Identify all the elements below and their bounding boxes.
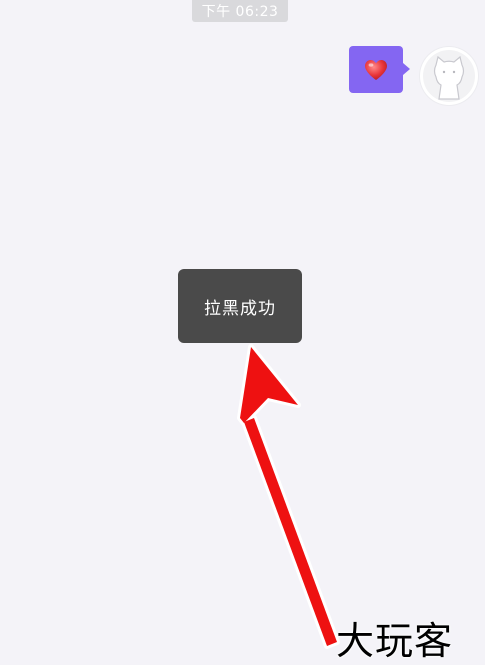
- watermark-logo: 大玩客: [336, 619, 454, 663]
- message-bubble-tail: [403, 63, 410, 75]
- user-avatar[interactable]: [420, 47, 478, 105]
- sent-message-bubble[interactable]: [349, 46, 403, 93]
- cat-avatar-icon: [423, 50, 475, 102]
- heart-emoji-icon: [365, 59, 387, 80]
- blocked-success-toast: 拉黑成功: [178, 269, 302, 343]
- message-timestamp: 下午 06:23: [192, 0, 288, 22]
